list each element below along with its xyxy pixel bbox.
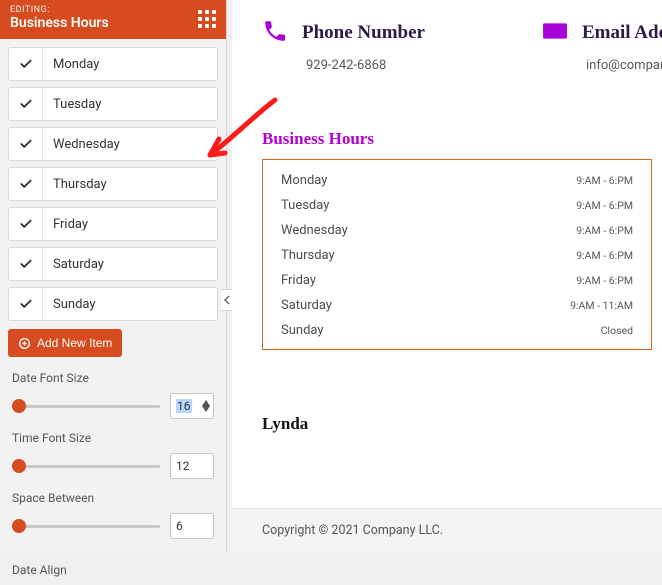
- hours-time: 9:AM - 6:PM: [576, 199, 633, 212]
- page-preview: Phone Number 929-242-6868 Email Add info…: [232, 0, 662, 552]
- hours-row: Friday 9:AM - 6:PM: [281, 268, 633, 293]
- hours-row: Saturday 9:AM - 11:AM: [281, 293, 633, 318]
- hours-day: Wednesday: [281, 223, 348, 238]
- phone-icon: [262, 18, 288, 48]
- date-font-size-slider[interactable]: [12, 405, 160, 408]
- plus-circle-icon: [18, 337, 31, 350]
- day-row-saturday[interactable]: Saturday: [8, 247, 218, 281]
- check-icon[interactable]: [9, 128, 43, 160]
- hours-time: 9:AM - 11:AM: [570, 299, 633, 312]
- hours-row: Wednesday 9:AM - 6:PM: [281, 218, 633, 243]
- day-list: Monday Tuesday Wednesday Thursday Friday: [0, 39, 226, 329]
- check-icon[interactable]: [9, 208, 43, 240]
- business-hours-heading: Business Hours: [262, 129, 662, 149]
- date-font-size-label: Date Font Size: [12, 371, 214, 385]
- day-label: Tuesday: [43, 88, 217, 120]
- author-name: Lynda: [262, 414, 662, 434]
- hours-time: 9:AM - 6:PM: [576, 249, 633, 262]
- day-label: Friday: [43, 208, 217, 240]
- hours-row: Monday 9:AM - 6:PM: [281, 168, 633, 193]
- hours-day: Friday: [281, 273, 316, 288]
- editor-sidebar: EDITING: Business Hours Monday Tuesday: [0, 0, 227, 552]
- page-footer: Copyright © 2021 Company LLC.: [232, 508, 662, 552]
- hours-row: Thursday 9:AM - 6:PM: [281, 243, 633, 268]
- sidebar-header: EDITING: Business Hours: [0, 0, 226, 39]
- space-between-slider[interactable]: [12, 525, 160, 528]
- hours-day: Tuesday: [281, 198, 329, 213]
- space-between-value: 6: [176, 519, 183, 533]
- hours-day: Thursday: [281, 248, 335, 263]
- day-label: Thursday: [43, 168, 217, 200]
- space-between-input[interactable]: 6: [170, 513, 214, 539]
- day-label: Wednesday: [43, 128, 217, 160]
- space-between-label: Space Between: [12, 491, 214, 505]
- hours-time: Closed: [601, 324, 633, 337]
- sidebar-title: Business Hours: [10, 16, 109, 31]
- hours-time: 9:AM - 6:PM: [576, 174, 633, 187]
- phone-heading: Phone Number: [302, 22, 425, 44]
- editing-eyebrow: EDITING:: [10, 6, 109, 16]
- hours-day: Sunday: [281, 323, 324, 338]
- chevron-left-icon: [224, 295, 230, 305]
- time-font-size-input[interactable]: 12: [170, 453, 214, 479]
- hours-day: Monday: [281, 173, 327, 188]
- hours-row: Tuesday 9:AM - 6:PM: [281, 193, 633, 218]
- time-font-size-slider[interactable]: [12, 465, 160, 468]
- day-row-wednesday[interactable]: Wednesday: [8, 127, 218, 161]
- time-font-size-label: Time Font Size: [12, 431, 214, 445]
- modules-grid-icon[interactable]: [198, 10, 216, 28]
- day-row-sunday[interactable]: Sunday: [8, 287, 218, 321]
- email-value: info@company.con: [542, 58, 662, 73]
- check-icon[interactable]: [9, 248, 43, 280]
- date-align-label: Date Align: [12, 563, 214, 577]
- day-label: Sunday: [43, 288, 217, 320]
- day-label: Monday: [43, 48, 217, 80]
- time-font-size-value: 12: [176, 459, 190, 473]
- add-button-label: Add New Item: [37, 336, 112, 350]
- hours-time: 9:AM - 6:PM: [576, 274, 633, 287]
- day-label: Saturday: [43, 248, 217, 280]
- date-font-size-input[interactable]: 16: [170, 393, 214, 419]
- check-icon[interactable]: [9, 288, 43, 320]
- check-icon[interactable]: [9, 168, 43, 200]
- hours-row: Sunday Closed: [281, 318, 633, 343]
- business-hours-box: Monday 9:AM - 6:PM Tuesday 9:AM - 6:PM Wed…: [262, 159, 652, 350]
- envelope-icon: [542, 18, 568, 48]
- day-row-tuesday[interactable]: Tuesday: [8, 87, 218, 121]
- day-row-monday[interactable]: Monday: [8, 47, 218, 81]
- day-row-friday[interactable]: Friday: [8, 207, 218, 241]
- add-new-item-button[interactable]: Add New Item: [8, 329, 122, 357]
- number-spinner[interactable]: [202, 400, 210, 412]
- hours-day: Saturday: [281, 298, 332, 313]
- email-heading: Email Add: [582, 22, 662, 44]
- phone-value: 929-242-6868: [262, 58, 512, 73]
- check-icon[interactable]: [9, 88, 43, 120]
- date-font-size-value: 16: [176, 399, 192, 413]
- hours-time: 9:AM - 6:PM: [576, 224, 633, 237]
- check-icon[interactable]: [9, 48, 43, 80]
- day-row-thursday[interactable]: Thursday: [8, 167, 218, 201]
